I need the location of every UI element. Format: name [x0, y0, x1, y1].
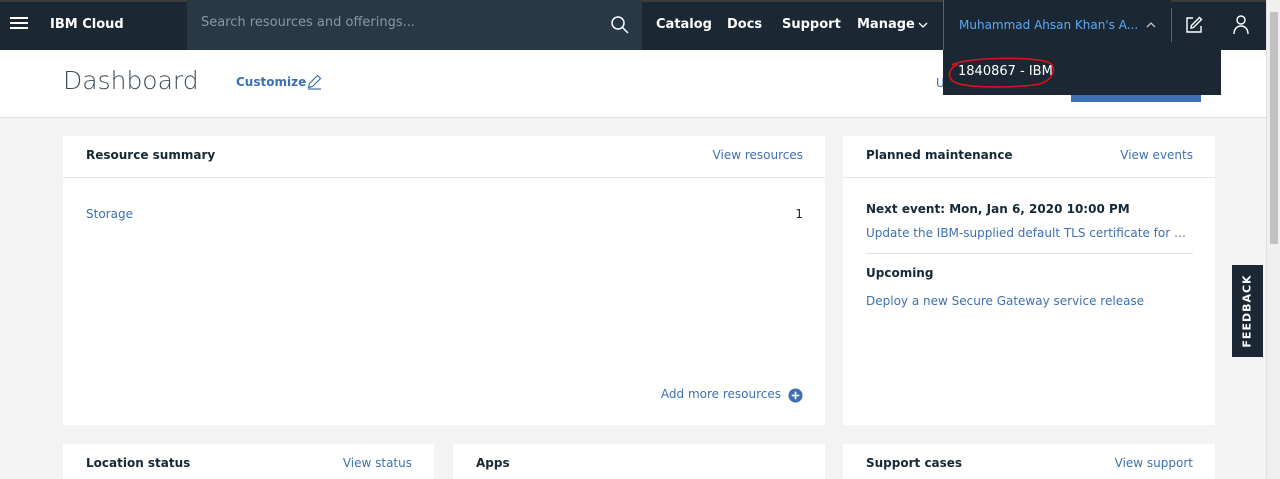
view-resources-link[interactable]: View resources: [713, 148, 803, 162]
feedback-tab[interactable]: FEEDBACK: [1232, 265, 1263, 357]
next-event-heading: Next event: Mon, Jan 6, 2020 10:00 PM: [866, 202, 1130, 216]
resource-summary-card: Resource summary View resources Storage …: [63, 136, 825, 425]
nav-catalog[interactable]: Catalog: [656, 17, 712, 32]
edit-icon[interactable]: [1184, 15, 1204, 35]
nav-support[interactable]: Support: [782, 17, 841, 32]
card-title: Apps: [476, 456, 510, 470]
planned-maintenance-card: Planned maintenance View events Next eve…: [843, 136, 1215, 425]
resource-storage-link[interactable]: Storage: [86, 207, 133, 221]
card-title: Support cases: [866, 456, 963, 470]
view-support-link[interactable]: View support: [1115, 456, 1193, 470]
nav-docs[interactable]: Docs: [727, 17, 762, 32]
card-title: Resource summary: [86, 148, 216, 162]
apps-card: Apps: [453, 444, 825, 479]
card-header: Resource summary View resources: [63, 136, 825, 178]
upcoming-event-link[interactable]: Deploy a new Secure Gateway service rele…: [866, 294, 1144, 308]
feedback-label: FEEDBACK: [1240, 274, 1254, 348]
event-description-link[interactable]: Update the IBM-supplied default TLS cert…: [866, 226, 1192, 240]
resource-storage-count: 1: [795, 207, 803, 221]
page-title: Dashboard: [63, 66, 199, 95]
card-header: Planned maintenance View events: [843, 136, 1215, 178]
customize-button[interactable]: Customize: [236, 75, 306, 89]
search-box[interactable]: [187, 0, 642, 50]
search-input[interactable]: [201, 15, 601, 30]
account-option[interactable]: 1840867 - IBM: [958, 64, 1053, 79]
top-navigation-bar: IBM Cloud Catalog Docs Support Manage Mu…: [0, 0, 1266, 50]
account-dropdown-menu: 1840867 - IBM: [943, 50, 1221, 95]
card-title: Planned maintenance: [866, 148, 1013, 162]
view-events-link[interactable]: View events: [1120, 148, 1193, 162]
account-switcher[interactable]: Muhammad Ahsan Khan's A...: [943, 0, 1171, 50]
location-status-card: Location status View status: [63, 444, 434, 479]
brand-logo-text[interactable]: IBM Cloud: [50, 17, 124, 32]
divider: [866, 253, 1193, 254]
support-cases-card: Support cases View support: [843, 444, 1215, 479]
card-title: Location status: [86, 456, 191, 470]
account-name[interactable]: Muhammad Ahsan Khan's A...: [959, 18, 1138, 32]
topbar-divider: [1171, 8, 1172, 42]
vertical-scrollbar[interactable]: [1266, 0, 1280, 479]
chevron-down-icon[interactable]: [918, 20, 928, 30]
hamburger-menu-icon[interactable]: [8, 14, 30, 36]
view-status-link[interactable]: View status: [343, 456, 412, 470]
add-more-resources-link[interactable]: Add more resources: [661, 387, 781, 401]
pencil-icon[interactable]: [306, 74, 322, 90]
user-icon[interactable]: [1232, 14, 1250, 36]
nav-manage[interactable]: Manage: [857, 17, 915, 32]
search-icon[interactable]: [610, 15, 630, 35]
chevron-up-icon[interactable]: [1146, 21, 1156, 29]
scrollbar-thumb[interactable]: [1270, 12, 1278, 244]
upcoming-heading: Upcoming: [866, 266, 934, 280]
add-circle-icon[interactable]: [788, 388, 803, 403]
